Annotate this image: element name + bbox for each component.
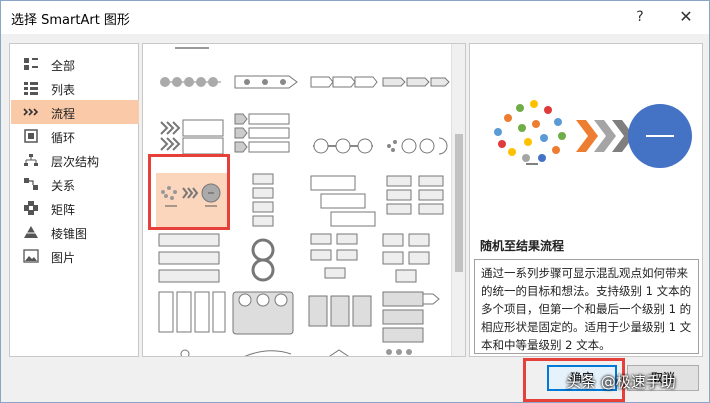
category-all[interactable]: 全部 (11, 52, 139, 76)
layout-description: 通过一系列步骤可显示混乱观点如何带来的统一的目标和想法。支持级别 1 文本的多个… (474, 259, 699, 354)
hierarchy-icon (24, 154, 38, 166)
category-label: 棱锥图 (51, 227, 88, 241)
layout-thumbnail[interactable] (231, 288, 305, 346)
category-process[interactable]: 流程 (11, 100, 139, 124)
category-label: 列表 (51, 83, 76, 97)
title-bar: 选择 SmartArt 图形 ? ✕ (1, 1, 709, 34)
layout-thumbnail[interactable] (307, 172, 381, 230)
category-list-item[interactable]: 列表 (11, 76, 139, 100)
list-icon (24, 82, 38, 95)
layout-thumbnail[interactable] (307, 288, 381, 346)
layout-thumbnail[interactable] (231, 52, 305, 110)
layout-thumbnail[interactable] (231, 172, 305, 230)
layout-preview-image (494, 100, 692, 168)
layout-thumbnail[interactable] (155, 346, 229, 357)
layout-thumbnail[interactable] (231, 346, 305, 357)
scrollbar-thumb[interactable] (455, 134, 463, 272)
category-matrix[interactable]: 矩阵 (11, 196, 139, 220)
layout-thumbnail[interactable] (231, 230, 305, 288)
layout-name: 随机至结果流程 (480, 239, 565, 253)
layout-thumbnail[interactable] (307, 52, 381, 110)
category-pyramid[interactable]: 棱锥图 (11, 220, 139, 244)
preview-pane: 随机至结果流程 通过一系列步骤可显示混乱观点如何带来的统一的目标和想法。支持级别… (469, 43, 703, 357)
layout-thumbnail[interactable] (379, 52, 453, 110)
category-list: 全部 列表 流程 循环 层次结构 关系 矩阵 棱锥图 图片 (9, 43, 139, 357)
layout-thumbnail[interactable] (307, 230, 381, 288)
relationship-icon (24, 178, 38, 190)
category-label: 层次结构 (51, 155, 100, 169)
gallery-scrollbar[interactable] (451, 44, 465, 356)
layout-thumbnail[interactable] (379, 172, 453, 230)
category-label: 全部 (51, 59, 76, 73)
pyramid-icon (24, 226, 38, 238)
cycle-icon (24, 129, 38, 143)
layout-thumbnail[interactable] (155, 288, 229, 346)
layout-thumbnail[interactable] (379, 346, 453, 357)
help-button[interactable]: ? (629, 7, 651, 27)
smartart-dialog: 选择 SmartArt 图形 ? ✕ 全部 列表 流程 循环 层次结构 关系 矩… (0, 0, 710, 403)
layout-thumbnail[interactable] (307, 110, 381, 168)
category-relationship[interactable]: 关系 (11, 172, 139, 196)
layout-thumbnail[interactable] (155, 52, 229, 110)
layout-thumbnail[interactable] (379, 288, 453, 346)
layout-thumbnail[interactable] (379, 230, 453, 288)
layout-thumbnail[interactable] (379, 110, 453, 168)
layout-thumbnail[interactable] (307, 346, 381, 357)
close-button[interactable]: ✕ (675, 7, 697, 27)
picture-icon (23, 249, 39, 263)
watermark: 头条 @极速手助 (566, 373, 676, 391)
process-icon (23, 108, 39, 116)
category-label: 矩阵 (51, 203, 76, 217)
category-label: 关系 (51, 179, 76, 193)
category-hierarchy[interactable]: 层次结构 (11, 148, 139, 172)
all-icon (24, 58, 38, 70)
matrix-icon (24, 201, 38, 215)
category-cycle[interactable]: 循环 (11, 124, 139, 148)
category-label: 循环 (51, 131, 76, 145)
dialog-title: 选择 SmartArt 图形 (11, 13, 130, 28)
layout-thumbnail[interactable] (231, 110, 305, 168)
category-label: 图片 (51, 251, 76, 265)
category-picture[interactable]: 图片 (11, 244, 139, 268)
layout-thumbnail[interactable] (155, 230, 229, 288)
category-label: 流程 (51, 107, 76, 121)
highlight-box (148, 154, 230, 230)
